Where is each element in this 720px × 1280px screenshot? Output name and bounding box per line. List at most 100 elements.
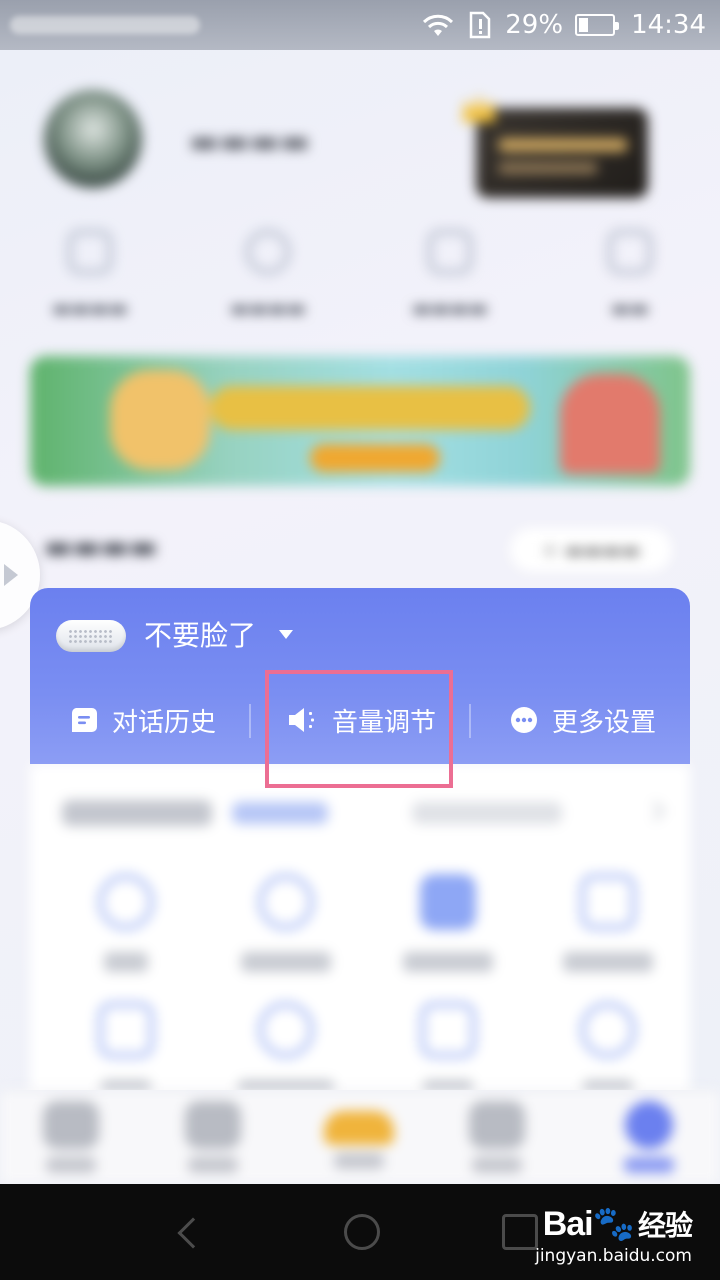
more-settings-label: 更多设置 [552, 707, 657, 738]
abilities-subtitle [412, 802, 562, 824]
battery-percent: 29% [505, 10, 564, 40]
highlight-annotation-box [265, 670, 453, 788]
home-icon [43, 1101, 99, 1149]
ability-label [583, 1080, 633, 1090]
banner-character-right [560, 374, 660, 474]
banner-character-left [110, 370, 210, 470]
quick-entry-icon [68, 230, 112, 274]
chat-history-label: 对话历史 [112, 707, 217, 738]
wifi-icon [421, 12, 455, 38]
abilities-title [62, 800, 212, 826]
quick-entry-4[interactable]: ▬▬ [570, 230, 690, 320]
quick-entry-icon [428, 230, 472, 274]
chat-history-icon [71, 708, 97, 732]
ability-item[interactable] [388, 1002, 508, 1090]
tab-label [334, 1153, 384, 1169]
phone-icon [98, 874, 154, 930]
more-icon [511, 707, 537, 733]
vip-card-subtext [498, 162, 598, 174]
mall-icon [469, 1101, 525, 1149]
quick-entry-label: ▬▬▬▬ [230, 296, 306, 320]
chat-history-button[interactable]: 对话历史 [70, 692, 216, 748]
star-icon [580, 1002, 636, 1058]
tab-discover[interactable] [168, 1101, 258, 1173]
divider [469, 704, 471, 738]
quick-entry-label: ▬▬▬▬ [52, 296, 128, 320]
watermark-brand-suffix: 经验 [637, 1210, 693, 1241]
ability-label [563, 952, 653, 972]
ability-item[interactable] [226, 1002, 346, 1090]
watermark-logo: Bai🐾 经验 [535, 1204, 693, 1244]
watermark-brand: Bai [542, 1205, 594, 1243]
ability-item[interactable] [226, 874, 346, 972]
back-icon[interactable] [177, 1217, 209, 1249]
device-name[interactable]: 不要脸了 [144, 614, 256, 654]
ability-label [104, 952, 148, 972]
ability-label [241, 952, 331, 972]
ability-item[interactable] [548, 1002, 668, 1090]
edit-icon [580, 874, 636, 930]
my-devices-header: ▬▬▬▬ + ▬▬▬▬ [44, 528, 684, 578]
banner-button [310, 444, 440, 472]
avatar[interactable] [44, 90, 142, 188]
status-bar-notification-blur [10, 16, 200, 34]
timer-icon [258, 1002, 314, 1058]
status-bar: 29% 14:34 [0, 0, 720, 50]
tab-profile[interactable] [604, 1101, 694, 1173]
quick-entry-2[interactable]: ▬▬▬▬ [208, 230, 328, 320]
ability-label [423, 1080, 473, 1090]
calendar-icon [98, 1002, 154, 1058]
watermark-url: jingyan.baidu.com [535, 1246, 692, 1266]
caret-down-icon[interactable] [279, 630, 293, 639]
tab-label [188, 1157, 238, 1173]
clock: 14:34 [631, 10, 706, 40]
home-circle-icon[interactable] [344, 1214, 380, 1250]
vip-icon [324, 1111, 394, 1145]
ability-item[interactable] [66, 1002, 186, 1090]
abilities-tag [232, 802, 328, 824]
quick-entry-icon [246, 230, 290, 274]
quick-entry-1[interactable]: ▬▬▬▬ [30, 230, 150, 320]
tab-label [624, 1157, 674, 1173]
list-icon [420, 1002, 476, 1058]
quick-entry-3[interactable]: ▬▬▬▬ [390, 230, 510, 320]
folder-icon [420, 874, 476, 930]
clock-icon [258, 874, 314, 930]
profile-page: ▬▬▬▬ ▬▬▬▬ ▬▬▬▬ ▬▬▬▬ ▬▬ ▬▬▬▬ + ▬▬▬▬ 不要脸了 … [0, 50, 720, 1090]
device-abilities-card [30, 764, 690, 1090]
vip-card[interactable] [462, 94, 648, 198]
battery-icon [575, 14, 620, 36]
ability-item[interactable] [388, 874, 508, 972]
ability-label [403, 952, 493, 972]
ability-item[interactable] [66, 874, 186, 972]
quick-entry-icon [608, 230, 652, 274]
vip-card-text [498, 138, 628, 152]
divider [249, 704, 251, 738]
ability-label [238, 1080, 334, 1090]
abilities-header [62, 800, 665, 830]
paw-icon: 🐾 [592, 1205, 635, 1243]
tab-home[interactable] [26, 1101, 116, 1173]
quick-entry-label: ▬▬ [611, 296, 649, 320]
chevron-right-icon[interactable] [645, 801, 665, 821]
battery-level-fill [579, 18, 589, 32]
tab-mall[interactable] [452, 1101, 542, 1173]
smart-speaker-thumbnail [56, 620, 126, 652]
tab-label [46, 1157, 96, 1173]
ability-item[interactable] [548, 874, 668, 972]
ability-label [101, 1080, 151, 1090]
tab-vip[interactable] [314, 1101, 404, 1169]
quick-entry-label: ▬▬▬▬ [412, 296, 488, 320]
sim-alert-icon [467, 11, 493, 39]
recent-apps-icon[interactable] [502, 1214, 538, 1250]
profile-row: ▬▬▬▬ [44, 90, 684, 200]
more-settings-button[interactable]: 更多设置 [510, 692, 656, 748]
profile-icon [625, 1101, 673, 1149]
tab-label [472, 1157, 522, 1173]
baidu-jingyan-watermark: Bai🐾 经验 jingyan.baidu.com [535, 1204, 693, 1266]
username-blurred[interactable]: ▬▬▬▬ [189, 122, 310, 160]
crown-icon [462, 94, 496, 122]
add-device-button[interactable]: + ▬▬▬▬ [510, 528, 672, 572]
promo-banner[interactable] [30, 356, 690, 486]
banner-title [210, 386, 530, 430]
